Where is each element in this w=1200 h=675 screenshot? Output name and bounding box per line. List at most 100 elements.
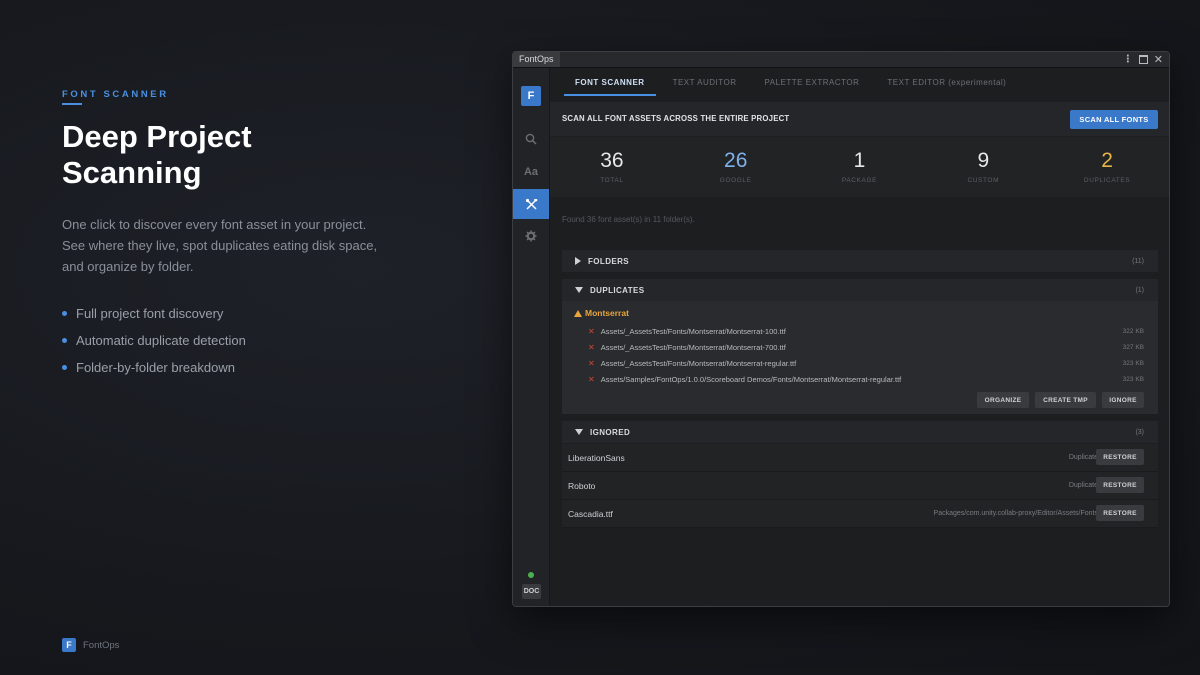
tools-icon <box>525 198 537 210</box>
duplicate-group-title: Montserrat <box>574 308 629 318</box>
ignored-item-row: LiberationSans Duplicate RESTORE <box>562 444 1158 472</box>
file-path: Assets/_AssetsTest/Fonts/Montserrat/Mont… <box>600 326 786 336</box>
restore-button[interactable]: RESTORE <box>1096 477 1144 493</box>
sidebar: F Aa DOC <box>513 68 550 606</box>
ignored-font-name: Cascadia.ttf <box>568 509 613 519</box>
status-indicator-icon <box>528 572 534 578</box>
caret-down-icon <box>575 287 583 293</box>
app-window: FontOps ⋮ ✕ F Aa DOC FONT SCANNER TEXT A… <box>512 51 1170 607</box>
brand-name: FontOps <box>83 639 120 651</box>
file-path: Assets/_AssetsTest/Fonts/Montserrat/Mont… <box>600 358 797 368</box>
duplicate-file-row: ✕ Assets/Samples/FontOps/1.0.0/Scoreboar… <box>588 372 1144 386</box>
brand-footer: F FontOps <box>62 638 119 652</box>
file-path: Assets/_AssetsTest/Fonts/Montserrat/Mont… <box>600 342 786 352</box>
section-title: DUPLICATES <box>590 285 645 295</box>
bullet-icon <box>62 338 67 343</box>
ignored-font-name: LiberationSans <box>568 453 625 463</box>
ignore-button[interactable]: IGNORE <box>1102 392 1144 408</box>
stat-google: 26 GOOGLE <box>674 137 798 197</box>
feature-text: Folder-by-folder breakdown <box>76 360 235 375</box>
folders-section: FOLDERS (11) <box>562 250 1158 272</box>
doc-button[interactable]: DOC <box>522 584 541 599</box>
description: One click to discover every font asset i… <box>62 217 378 274</box>
file-size: 322 KB <box>1122 327 1144 335</box>
sidebar-logo-icon: F <box>521 86 541 106</box>
tab-font-scanner[interactable]: FONT SCANNER <box>564 76 656 96</box>
section-count: (3) <box>1135 428 1144 436</box>
ignored-reason: Duplicate <box>1068 482 1098 489</box>
ignored-header[interactable]: IGNORED (3) <box>562 421 1158 443</box>
folders-header[interactable]: FOLDERS (11) <box>562 250 1158 272</box>
more-options-icon[interactable]: ⋮ <box>1123 54 1133 65</box>
headline: Deep Project Scanning <box>62 119 252 190</box>
stat-value: 1 <box>853 149 866 172</box>
title-bar: FontOps ⋮ ✕ <box>513 52 1169 68</box>
window-controls: ⋮ ✕ <box>1123 52 1163 67</box>
ignored-font-name: Roboto <box>568 481 596 491</box>
window-title-tab[interactable]: FontOps <box>513 52 560 67</box>
organize-button[interactable]: ORGANIZE <box>977 392 1029 408</box>
tab-text-auditor[interactable]: TEXT AUDITOR <box>662 76 748 96</box>
stat-label: GOOGLE <box>719 177 752 184</box>
stat-value: 9 <box>977 149 990 172</box>
section-count: (11) <box>1132 257 1144 265</box>
ignored-reason: Packages/com.unity.collab-proxy/Editor/A… <box>933 510 1098 517</box>
duplicate-file-row: ✕ Assets/_AssetsTest/Fonts/Montserrat/Mo… <box>588 340 1144 354</box>
stat-label: CUSTOM <box>967 177 1000 184</box>
stat-total: 36 TOTAL <box>550 137 674 197</box>
duplicates-section: DUPLICATES (1) Montserrat ✕ Assets/_Asse… <box>562 279 1158 414</box>
section-title: IGNORED <box>590 427 631 437</box>
font-icon: Aa <box>523 166 539 178</box>
brand-logo-icon: F <box>62 638 76 652</box>
close-icon[interactable]: ✕ <box>1154 54 1163 65</box>
maximize-icon[interactable] <box>1138 55 1148 64</box>
restore-button[interactable]: RESTORE <box>1096 505 1144 521</box>
tab-text-editor[interactable]: TEXT EDITOR (experimental) <box>876 76 1017 96</box>
duplicates-body: Montserrat ✕ Assets/_AssetsTest/Fonts/Mo… <box>562 301 1158 414</box>
sidebar-settings-button[interactable] <box>513 221 549 251</box>
file-size: 323 KB <box>1122 359 1144 367</box>
duplicates-header[interactable]: DUPLICATES (1) <box>562 279 1158 301</box>
main-panel: FONT SCANNER TEXT AUDITOR PALETTE EXTRAC… <box>550 68 1169 606</box>
ignored-item-row: Roboto Duplicate RESTORE <box>562 472 1158 500</box>
tab-palette-extractor[interactable]: PALETTE EXTRACTOR <box>754 76 871 96</box>
error-x-icon: ✕ <box>588 342 595 352</box>
sidebar-tools-button[interactable] <box>513 189 549 219</box>
stat-package: 1 PACKAGE <box>798 137 922 197</box>
section-count: (1) <box>1135 286 1144 294</box>
feature-list: Full project font discovery Automatic du… <box>62 300 246 381</box>
file-size: 323 KB <box>1122 375 1144 383</box>
sidebar-search-button[interactable] <box>513 124 549 154</box>
eyebrow-label: FONT SCANNER <box>62 89 169 100</box>
ignored-item-row: Cascadia.ttf Packages/com.unity.collab-p… <box>562 500 1158 528</box>
stat-value: 26 <box>724 149 748 172</box>
sidebar-font-button[interactable]: Aa <box>513 157 549 187</box>
restore-button[interactable]: RESTORE <box>1096 449 1144 465</box>
stat-label: PACKAGE <box>841 177 878 184</box>
stat-value: 2 <box>1101 149 1113 172</box>
group-name: Montserrat <box>585 308 629 318</box>
section-title: FOLDERS <box>588 256 630 266</box>
scan-all-fonts-button[interactable]: SCAN ALL FONTS <box>1070 110 1158 129</box>
stat-custom: 9 CUSTOM <box>921 137 1045 197</box>
file-path: Assets/Samples/FontOps/1.0.0/Scoreboard … <box>600 374 902 384</box>
eyebrow-underline <box>62 103 82 105</box>
scan-header: SCAN ALL FONT ASSETS ACROSS THE ENTIRE P… <box>550 102 1169 136</box>
error-x-icon: ✕ <box>588 358 595 368</box>
stat-value: 36 <box>600 149 624 172</box>
create-tmp-button[interactable]: CREATE TMP <box>1035 392 1096 408</box>
feature-text: Automatic duplicate detection <box>76 333 246 348</box>
caret-right-icon <box>575 257 581 265</box>
tab-bar: FONT SCANNER TEXT AUDITOR PALETTE EXTRAC… <box>564 76 1023 96</box>
feature-text: Full project font discovery <box>76 306 224 321</box>
duplicate-file-row: ✕ Assets/_AssetsTest/Fonts/Montserrat/Mo… <box>588 324 1144 338</box>
stats-bar: 36 TOTAL 26 GOOGLE 1 PACKAGE 9 CUSTOM 2 … <box>550 137 1169 197</box>
stat-label: TOTAL <box>600 177 624 184</box>
duplicate-file-row: ✕ Assets/_AssetsTest/Fonts/Montserrat/Mo… <box>588 356 1144 370</box>
search-icon <box>525 133 537 145</box>
bullet-icon <box>62 311 67 316</box>
ignored-reason: Duplicate <box>1068 454 1098 461</box>
feature-item: Automatic duplicate detection <box>62 327 246 354</box>
warning-icon <box>574 309 582 317</box>
feature-item: Full project font discovery <box>62 300 246 327</box>
